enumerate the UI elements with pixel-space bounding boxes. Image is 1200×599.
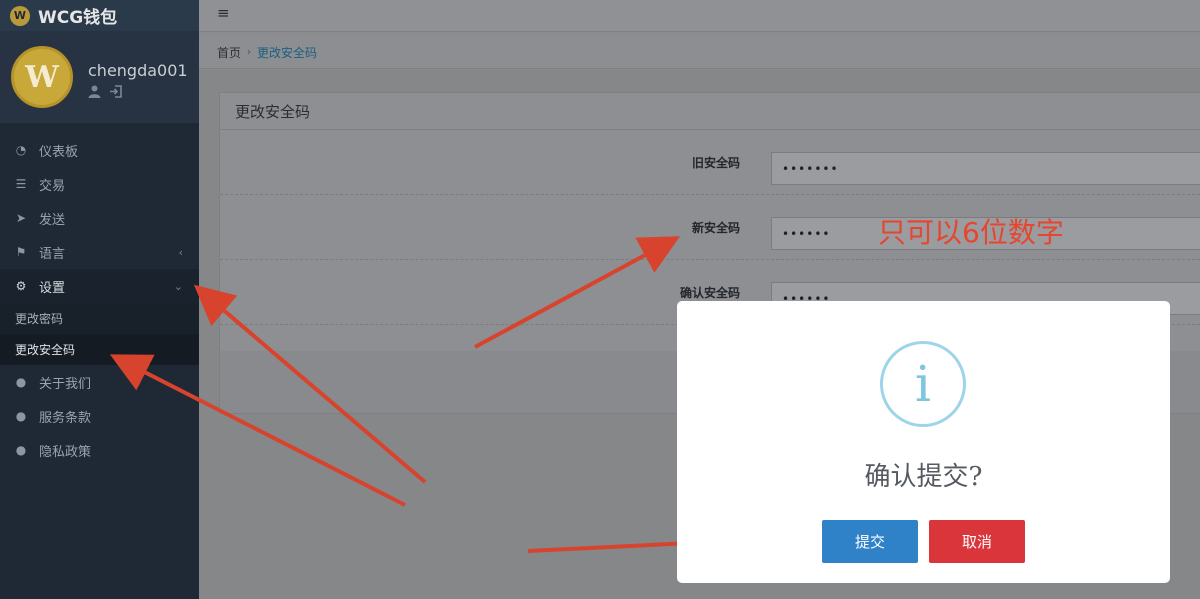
old-code-input[interactable]: ••••••• — [771, 152, 1200, 185]
top-navbar: ≡ — [199, 0, 1200, 32]
info-icon: i — [880, 341, 966, 427]
sidebar-item-label: 隐私政策 — [39, 444, 92, 460]
info-icon: ● — [15, 443, 27, 457]
breadcrumb-separator: › — [247, 47, 252, 58]
annotation-note: 只可以6位数字 — [878, 216, 1064, 249]
sidebar-item-terms[interactable]: ● 服务条款 — [0, 399, 199, 433]
old-code-label: 旧安全码 — [691, 155, 740, 170]
info-icon: ● — [15, 375, 27, 389]
logo-bar[interactable]: W WCG钱包 — [0, 0, 199, 31]
sidebar-item-label: 关于我们 — [39, 376, 92, 392]
sidebar-item-about[interactable]: ● 关于我们 — [0, 365, 199, 399]
breadcrumb-home[interactable]: 首页 — [217, 44, 241, 61]
dashboard-icon: ◔ — [15, 143, 27, 157]
sidebar: W WCG钱包 W chengda001 ◔ 仪表板 ☰ 交易 ➤ 发送 ⚑ 语… — [0, 0, 199, 599]
submenu-item-change-security-code[interactable]: 更改安全码 — [0, 334, 199, 365]
sidebar-item-label: 仪表板 — [39, 144, 79, 160]
breadcrumb: 首页 › 更改安全码 — [199, 37, 1200, 69]
list-icon: ☰ — [15, 177, 27, 191]
avatar: W — [11, 46, 73, 108]
language-icon: ⚑ — [15, 245, 27, 259]
sidebar-item-language[interactable]: ⚑ 语言 ‹ — [0, 235, 199, 269]
user-actions — [88, 85, 123, 102]
app-title: WCG钱包 — [38, 8, 118, 28]
sidebar-item-label: 服务条款 — [39, 410, 92, 426]
cancel-button[interactable]: 取消 — [929, 520, 1025, 563]
card-title: 更改安全码 — [220, 93, 1200, 130]
form-row-old-code: 旧安全码 ••••••• — [220, 130, 1200, 195]
confirm-dialog: i 确认提交? 提交 取消 — [677, 301, 1170, 583]
info-icon: ● — [15, 409, 27, 423]
submenu-item-change-password[interactable]: 更改密码 — [0, 303, 199, 334]
sidebar-item-label: 发送 — [39, 212, 66, 228]
logo-icon: W — [10, 5, 30, 26]
gear-icon: ⚙ — [15, 279, 27, 293]
chevron-left-icon: ‹ — [178, 245, 183, 259]
username: chengda001 — [88, 61, 188, 80]
sidebar-item-privacy[interactable]: ● 隐私政策 — [0, 433, 199, 467]
sidebar-menu: ◔ 仪表板 ☰ 交易 ➤ 发送 ⚑ 语言 ‹ ⚙ 设置 ⌄ 更改密码 更改安全码… — [0, 133, 199, 467]
new-code-label: 新安全码 — [691, 220, 740, 235]
sidebar-item-settings[interactable]: ⚙ 设置 ⌄ — [0, 269, 199, 303]
chevron-down-icon: ⌄ — [173, 279, 183, 293]
sidebar-item-send[interactable]: ➤ 发送 — [0, 201, 199, 235]
sign-out-icon[interactable] — [109, 85, 123, 102]
user-panel: W chengda001 — [0, 31, 199, 123]
dialog-title: 确认提交? — [864, 462, 983, 492]
menu-toggle-icon[interactable]: ≡ — [217, 4, 230, 22]
settings-submenu: 更改密码 更改安全码 — [0, 303, 199, 365]
sidebar-item-dashboard[interactable]: ◔ 仪表板 — [0, 133, 199, 167]
sidebar-item-label: 语言 — [39, 246, 66, 262]
sidebar-item-label: 设置 — [39, 280, 66, 296]
user-icon[interactable] — [88, 85, 101, 102]
sidebar-item-label: 交易 — [39, 178, 66, 194]
sidebar-item-transactions[interactable]: ☰ 交易 — [0, 167, 199, 201]
breadcrumb-current[interactable]: 更改安全码 — [257, 44, 317, 61]
send-icon: ➤ — [15, 211, 27, 225]
submit-button[interactable]: 提交 — [822, 520, 918, 563]
